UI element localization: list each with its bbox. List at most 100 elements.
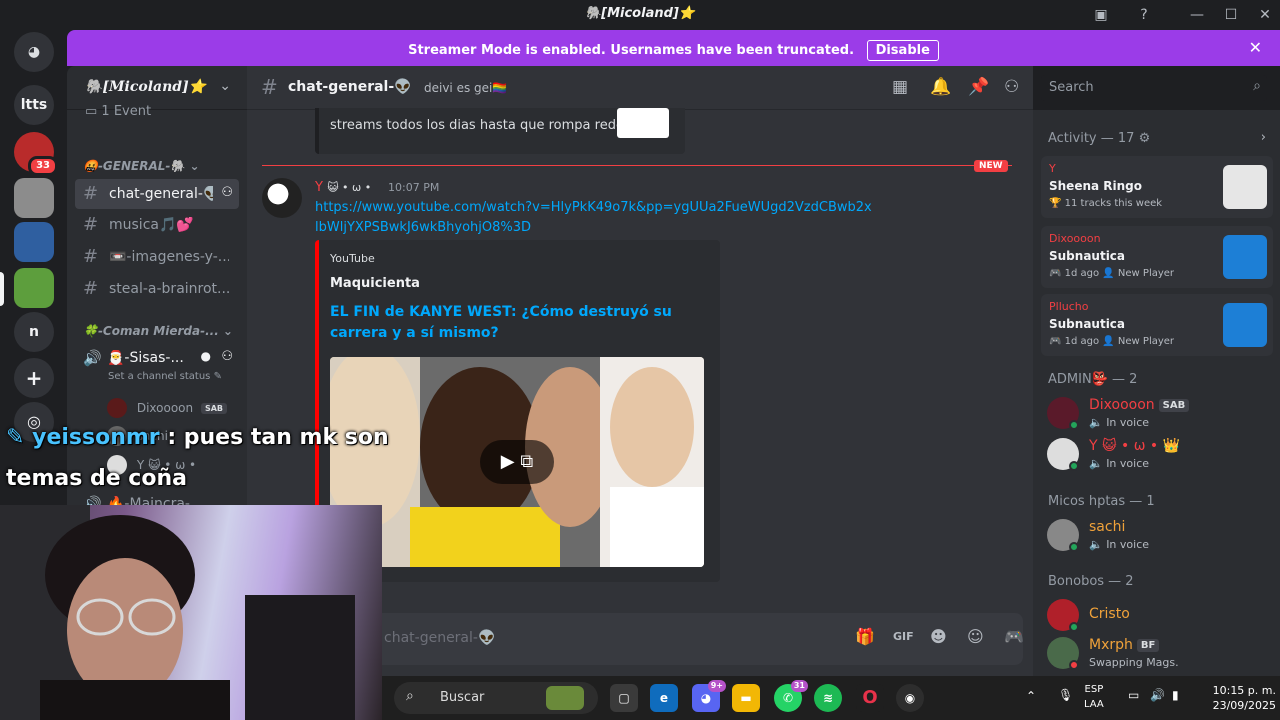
hash-icon: #: [83, 278, 99, 299]
sticker-icon[interactable]: ☻: [930, 627, 947, 646]
discord-taskbar-icon[interactable]: ◕ 9+: [692, 680, 726, 712]
embed-thumbnail[interactable]: [617, 108, 669, 138]
channel-steal-a-brainrot[interactable]: # steal-a-brainrot...: [75, 274, 239, 304]
channel-chat-general[interactable]: # chat-general-👽 ⚇: [75, 179, 239, 209]
search-input[interactable]: Search ⌕: [1041, 75, 1267, 101]
close-window-button[interactable]: ✕: [1254, 4, 1276, 26]
chevron-down-icon: ⌄: [219, 78, 231, 94]
server-micoland[interactable]: [14, 268, 54, 308]
role-header-admin: ADMIN👺 — 2: [1048, 372, 1138, 387]
new-messages-divider: [262, 165, 1012, 166]
status-dot: [1069, 542, 1079, 552]
chevron-right-icon[interactable]: ›: [1261, 130, 1266, 145]
home-discord-icon[interactable]: ◕: [14, 32, 54, 72]
add-member-icon[interactable]: ⚇: [221, 349, 233, 364]
play-icon[interactable]: ▶ ⧉: [480, 440, 554, 484]
chat-bubble-icon[interactable]: ●: [201, 349, 211, 363]
file-explorer-icon[interactable]: ▬: [732, 684, 760, 712]
embed-author[interactable]: Maquicienta: [330, 276, 420, 291]
task-view-icon[interactable]: ▢: [610, 684, 638, 712]
maximize-button[interactable]: ☐: [1220, 4, 1242, 26]
game-art: [1223, 235, 1267, 279]
member-list-panel: Activity — 17 ⚙ › Y Sheena Ringo 🏆 11 tr…: [1033, 110, 1280, 676]
channel-imagenes[interactable]: # 📼-imagenes-y-...: [75, 242, 239, 272]
game-art: [1223, 303, 1267, 347]
microphone-icon[interactable]: 🎙: [1058, 688, 1073, 702]
member-row[interactable]: sachi 🔈 In voice: [1041, 514, 1273, 556]
spotify-icon[interactable]: ≋: [814, 684, 842, 712]
hash-icon: #: [83, 214, 99, 235]
threads-icon[interactable]: ▦: [892, 77, 908, 97]
activity-card[interactable]: Pllucho Subnautica 🎮 1d ago 👤 New Player: [1041, 294, 1273, 356]
voice-user[interactable]: Dixoooon SAB: [107, 398, 227, 418]
member-row[interactable]: Mxrph BF Swapping Mags.: [1041, 632, 1273, 674]
message-avatar[interactable]: [262, 178, 302, 218]
embed-title[interactable]: EL FIN de KANYE WEST: ¿Cómo destruyó su …: [330, 302, 710, 344]
edge-icon[interactable]: e: [650, 684, 678, 712]
volume-icon[interactable]: 🔊: [1150, 688, 1165, 702]
voice-channel-sisas[interactable]: 🔊 🎅-Sisas-... ● ⚇: [75, 343, 239, 373]
gift-icon[interactable]: 🎁: [855, 627, 875, 646]
obs-icon[interactable]: ◉: [896, 684, 924, 712]
network-icon[interactable]: ▭: [1128, 688, 1139, 702]
video-thumbnail[interactable]: ▶ ⧉: [330, 357, 704, 567]
taskbar-clock[interactable]: 10:15 p. m. 23/09/2025: [1196, 683, 1276, 713]
member-row[interactable]: Dixoooon SAB 🔈 In voice: [1041, 392, 1273, 434]
disable-streamer-mode-button[interactable]: Disable: [866, 40, 939, 61]
overlay-username: yeissonmr: [32, 425, 160, 450]
server-blue[interactable]: [14, 222, 54, 262]
help-icon[interactable]: ?: [1133, 4, 1155, 26]
category-coman[interactable]: 🍀-Coman Mierda-... ⌄: [83, 324, 233, 338]
tray-overflow-icon[interactable]: ⌃: [1026, 689, 1036, 703]
stream-chat-overlay-line2: temas de coña: [6, 466, 187, 491]
whatsapp-icon[interactable]: ✆ 31: [774, 680, 808, 712]
inbox-icon[interactable]: ▣: [1090, 4, 1112, 26]
hash-icon: #: [261, 75, 278, 99]
emoji-icon[interactable]: ☺: [967, 627, 984, 646]
server-red[interactable]: 33: [14, 132, 58, 176]
member-row[interactable]: Y 😺 • ω • 👑 🔈 In voice: [1041, 433, 1273, 475]
embed-provider: YouTube: [330, 252, 375, 265]
add-member-icon[interactable]: ⚇: [221, 185, 233, 200]
gif-icon[interactable]: GIF: [893, 630, 914, 643]
status-dot: [1069, 622, 1079, 632]
language-indicator[interactable]: ESP LAA: [1084, 682, 1104, 712]
close-banner-icon[interactable]: ✕: [1249, 38, 1262, 57]
role-header-micos: Micos hptas — 1: [1048, 494, 1155, 509]
members-icon[interactable]: ⚇: [1004, 77, 1019, 97]
message-author[interactable]: Y 😺 • ω •: [315, 180, 371, 195]
pin-icon[interactable]: 📌: [968, 77, 989, 97]
channel-topic[interactable]: deivi es gei🏳️‍🌈: [424, 81, 507, 95]
bell-icon[interactable]: 🔔: [930, 77, 951, 97]
activity-header[interactable]: Activity — 17 ⚙: [1048, 131, 1150, 146]
activity-card[interactable]: Y Sheena Ringo 🏆 11 tracks this week: [1041, 156, 1273, 218]
mention-badge: 33: [28, 156, 58, 176]
category-general[interactable]: 🤬-GENERAL-🐘 ⌄: [83, 159, 200, 173]
overlay-text: : pues tan mk son: [159, 425, 389, 450]
channel-musica[interactable]: # musica🎵💕: [75, 210, 239, 240]
member-row[interactable]: Cristo: [1041, 594, 1273, 636]
youtube-link[interactable]: https://www.youtube.com/watch?v=HlyPkK49…: [315, 198, 875, 238]
role-header-bonobos: Bonobos — 2: [1048, 574, 1134, 589]
battery-icon[interactable]: ▮: [1172, 688, 1179, 702]
windows-taskbar: ⌕ Buscar ▢ e ◕ 9+ ▬ ✆ 31 ≋ O ◉ ⌃ 🎙 ESP LAA…: [382, 676, 1280, 720]
previous-embed: streams todos los dias hasta que rompa r…: [315, 108, 685, 154]
server-photo[interactable]: [14, 178, 54, 218]
streamer-mode-banner: Streamer Mode is enabled. Usernames have…: [67, 30, 1280, 66]
add-server-icon[interactable]: +: [14, 358, 54, 398]
status-dot: [1069, 461, 1079, 471]
taskbar-search[interactable]: ⌕ Buscar: [394, 682, 598, 714]
webcam-art: [0, 505, 355, 720]
channel-name: chat-general-👽: [288, 79, 412, 95]
new-badge: NEW: [974, 160, 1008, 172]
server-n[interactable]: n: [14, 312, 54, 352]
minimize-button[interactable]: —: [1186, 4, 1208, 26]
stream-chat-overlay: ✎ yeissonmr : pues tan mk son: [6, 425, 389, 450]
opera-icon[interactable]: O: [856, 684, 884, 712]
apps-icon[interactable]: 🎮: [1004, 627, 1024, 646]
overlay-bot-icon: ✎: [6, 425, 25, 450]
events-link[interactable]: ▭ 1 Event: [85, 104, 151, 119]
activity-card[interactable]: Dixoooon Subnautica 🎮 1d ago 👤 New Playe…: [1041, 226, 1273, 288]
voice-status[interactable]: Set a channel status ✎: [108, 371, 222, 382]
server-ltts[interactable]: ltts: [14, 85, 54, 125]
